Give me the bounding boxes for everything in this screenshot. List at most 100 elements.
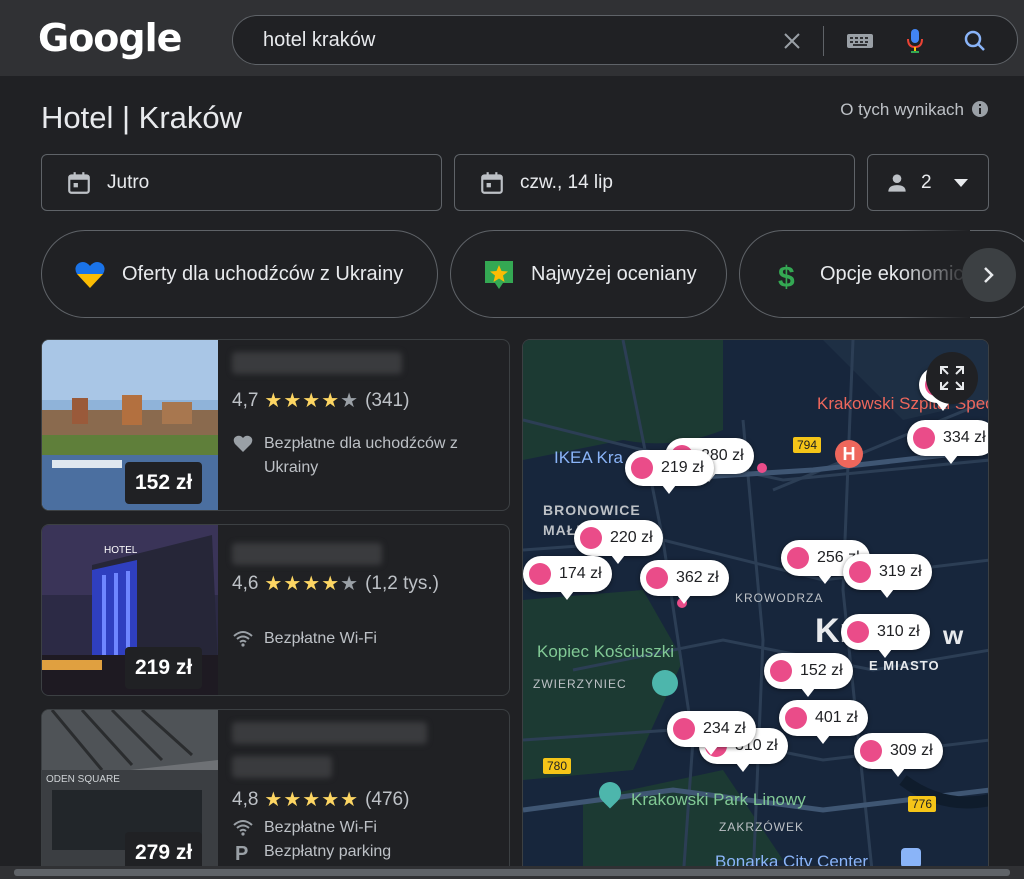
svg-text:HOTEL: HOTEL bbox=[104, 545, 138, 556]
road-number: 776 bbox=[908, 796, 937, 812]
chip-label: Najwyżej oceniany bbox=[531, 263, 697, 285]
rating-stars: ★★★★★ bbox=[264, 573, 360, 595]
calendar-icon bbox=[481, 172, 503, 194]
rating-value: 4,7 bbox=[232, 389, 259, 411]
map-price-pin[interactable]: 362 zł bbox=[640, 560, 729, 604]
google-logo[interactable]: Google bbox=[38, 16, 182, 60]
hotel-name-blurred[interactable] bbox=[232, 352, 402, 374]
search-box[interactable]: hotel kraków bbox=[232, 15, 1018, 65]
dollar-icon: $ bbox=[778, 261, 795, 291]
chip-label: Oferty dla uchodźców z Ukrainy bbox=[122, 263, 404, 285]
map-price-pin[interactable]: 309 zł bbox=[854, 733, 943, 777]
hotel-map[interactable]: Krakowski Szpital Specjalisty H IKEA Kra… bbox=[522, 339, 989, 879]
hotel-photo[interactable]: ODEN SQUARE 279 zł bbox=[42, 710, 218, 879]
svg-text:ODEN SQUARE: ODEN SQUARE bbox=[46, 774, 120, 785]
map-price-pin[interactable]: 219 zł bbox=[625, 450, 714, 494]
bed-icon bbox=[787, 547, 809, 569]
chevron-right-icon bbox=[984, 267, 994, 283]
map-label-district: ZAKRZÓWEK bbox=[719, 820, 805, 834]
clear-icon[interactable] bbox=[777, 26, 807, 56]
heart-icon bbox=[233, 435, 253, 452]
road-number: 780 bbox=[543, 758, 572, 774]
keyboard-icon[interactable] bbox=[845, 26, 875, 56]
chip-fade bbox=[900, 228, 970, 320]
amenity-label: Bezpłatne Wi-Fi bbox=[264, 630, 377, 647]
hotel-photo[interactable]: 152 zł bbox=[42, 340, 218, 510]
bed-icon bbox=[580, 527, 602, 549]
rating-row: 4,8 ★★★★★ (476) bbox=[232, 787, 409, 812]
bed-icon bbox=[785, 707, 807, 729]
hotel-name-blurred bbox=[232, 756, 332, 778]
hotel-name-blurred[interactable] bbox=[232, 543, 382, 565]
svg-text:P: P bbox=[235, 843, 248, 863]
chip-top-rated[interactable]: Najwyżej oceniany bbox=[450, 230, 727, 318]
map-dot[interactable] bbox=[757, 463, 767, 473]
map-price-pin[interactable]: 401 zł bbox=[779, 700, 868, 744]
price-tag: 219 zł bbox=[125, 647, 203, 689]
price-tag: 152 zł bbox=[125, 462, 203, 504]
hotel-photo[interactable]: HOTEL 219 zł bbox=[42, 525, 218, 695]
top-bar: Google hotel kraków bbox=[0, 0, 1024, 76]
search-input[interactable]: hotel kraków bbox=[263, 29, 375, 52]
map-price-pin[interactable]: 310 zł bbox=[841, 614, 930, 658]
amenity-label: Bezpłatne Wi-Fi bbox=[264, 819, 377, 836]
review-count: (341) bbox=[365, 389, 410, 411]
map-label-district: ZWIERZYNIEC bbox=[533, 677, 627, 691]
rating-row: 4,6 ★★★★★ (1,2 tys.) bbox=[232, 571, 439, 596]
person-icon bbox=[888, 174, 906, 192]
checkin-value: Jutro bbox=[107, 172, 150, 193]
amenity-row: Bezpłatne dla uchodźców z Ukrainy bbox=[232, 432, 482, 480]
bed-icon bbox=[529, 563, 551, 585]
hotel-name-blurred[interactable] bbox=[232, 722, 427, 744]
shopping-icon[interactable] bbox=[901, 848, 921, 868]
rating-stars: ★★★★★ bbox=[264, 789, 360, 811]
bed-icon bbox=[849, 561, 871, 583]
guests-value: 2 bbox=[921, 172, 932, 193]
scrollbar-thumb[interactable] bbox=[14, 869, 1010, 876]
map-label-poi: Krakowski Park Linowy bbox=[631, 790, 806, 809]
info-icon[interactable] bbox=[971, 100, 989, 118]
hotel-card[interactable]: HOTEL 219 zł 4,6 ★★★★★ (1,2 tys.) Bezpła… bbox=[41, 524, 510, 696]
page-title: Hotel | Kraków bbox=[41, 100, 243, 135]
hotel-card[interactable]: ODEN SQUARE 279 zł 4,8 ★★★★★ (476) Bezpł… bbox=[41, 709, 510, 879]
map-price-pin[interactable]: 319 zł bbox=[843, 554, 932, 598]
map-price-pin[interactable]: 152 zł bbox=[764, 653, 853, 697]
map-price-pin[interactable]: 220 zł bbox=[574, 520, 663, 564]
chips-next-button[interactable] bbox=[962, 248, 1016, 302]
checkout-field[interactable]: czw., 14 lip bbox=[454, 154, 855, 211]
checkin-field[interactable]: Jutro bbox=[41, 154, 442, 211]
map-price-pin[interactable]: 174 zł bbox=[523, 556, 612, 600]
hotel-card[interactable]: 152 zł 4,7 ★★★★★ (341) Bezpłatne dla uch… bbox=[41, 339, 510, 511]
bed-icon bbox=[631, 457, 653, 479]
about-results-link[interactable]: O tych wynikach bbox=[840, 100, 964, 120]
search-icon[interactable] bbox=[960, 26, 990, 56]
horizontal-scrollbar[interactable] bbox=[0, 866, 1024, 879]
calendar-icon bbox=[68, 172, 90, 194]
rating-stars: ★★★★★ bbox=[264, 390, 360, 412]
road-number: 794 bbox=[793, 437, 822, 453]
fullscreen-icon bbox=[940, 366, 964, 390]
bed-icon bbox=[860, 740, 882, 762]
wifi-icon bbox=[233, 631, 253, 647]
amenity-label: Bezpłatne dla uchodźców z Ukrainy bbox=[264, 435, 458, 476]
bed-icon bbox=[646, 567, 668, 589]
map-price-pin[interactable]: 334 zł bbox=[907, 420, 988, 464]
rating-value: 4,6 bbox=[232, 572, 259, 594]
bed-icon bbox=[913, 427, 935, 449]
map-label-ikea: IKEA Kra bbox=[554, 448, 623, 467]
guests-dropdown[interactable]: 2 bbox=[867, 154, 989, 211]
map-label-city: w bbox=[943, 620, 964, 650]
map-label-district: KROWODRZA bbox=[735, 591, 824, 605]
bed-icon bbox=[770, 660, 792, 682]
checkout-value: czw., 14 lip bbox=[520, 172, 613, 193]
ukraine-heart-icon bbox=[75, 262, 105, 288]
expand-map-button[interactable] bbox=[926, 352, 978, 404]
hospital-icon[interactable]: H bbox=[835, 440, 863, 468]
microphone-icon[interactable] bbox=[900, 26, 930, 56]
parking-icon: P bbox=[235, 843, 248, 863]
chip-ukraine-offers[interactable]: Oferty dla uchodźców z Ukrainy bbox=[41, 230, 438, 318]
rating-value: 4,8 bbox=[232, 788, 259, 810]
map-price-pin[interactable]: 234 zł bbox=[667, 711, 756, 755]
amenity-row: Bezpłatne Wi-Fi bbox=[232, 627, 377, 651]
museum-icon[interactable] bbox=[652, 670, 678, 696]
